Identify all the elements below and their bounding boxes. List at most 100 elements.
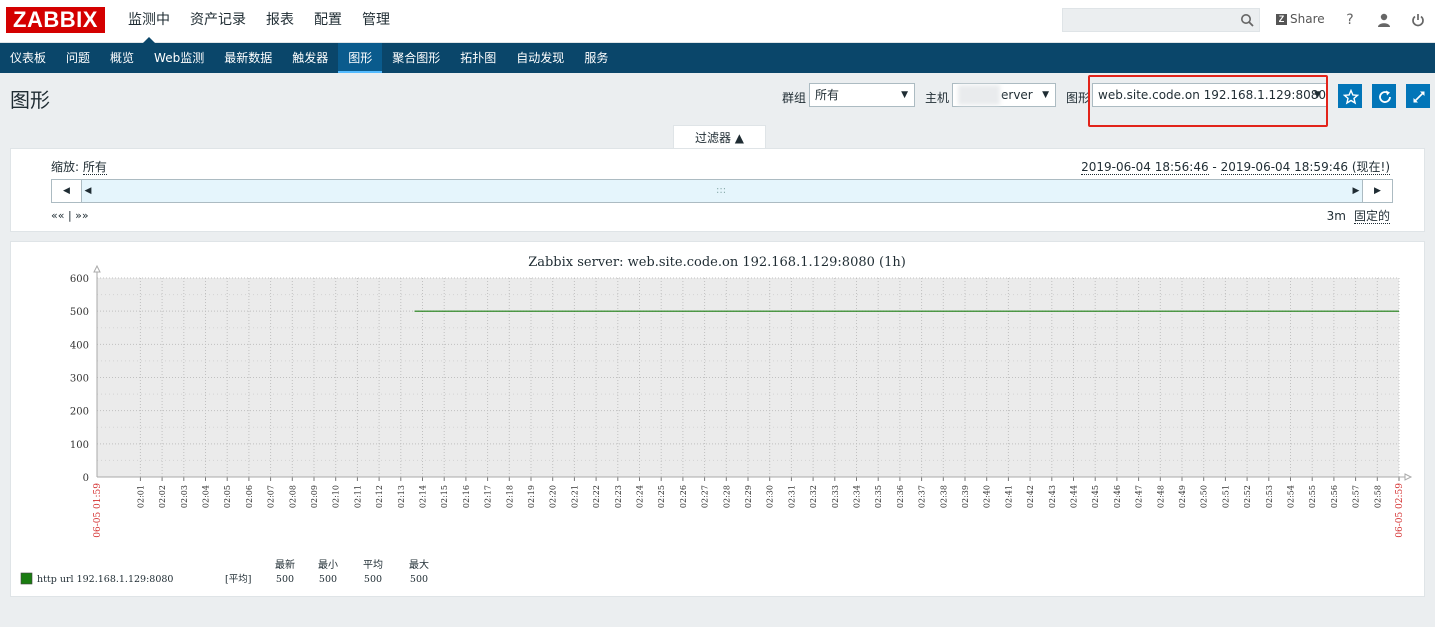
x-tick-label: 02:41	[1004, 485, 1013, 508]
subnav-problems[interactable]: 问题	[56, 43, 100, 73]
x-tick-label: 02:37	[918, 485, 927, 508]
group-select[interactable]: 所有 ▼	[809, 83, 915, 107]
y-tick-label: 400	[70, 340, 89, 351]
search-input[interactable]	[1062, 8, 1260, 32]
x-tick-label: 02:17	[484, 485, 493, 508]
graph-label: 图形	[1066, 91, 1091, 105]
timeline-track[interactable]: ◀ ::: ▶	[82, 180, 1362, 202]
page-title: 图形	[10, 88, 50, 112]
x-tick-label: 02:42	[1026, 485, 1035, 508]
subnav-overview[interactable]: 概览	[100, 43, 144, 73]
y-tick-label: 0	[83, 473, 89, 484]
range-to-link[interactable]: 2019-06-04 18:59:46 (现在!)	[1220, 160, 1390, 175]
x-tick-label: 02:26	[679, 485, 688, 508]
subnav-graphs[interactable]: 图形	[338, 43, 383, 73]
period-fixed: 3m 固定的	[1327, 207, 1390, 224]
x-tick-label: 02:29	[744, 485, 753, 508]
dropdown-arrow-icon: ▼	[1042, 90, 1049, 100]
zabbix-logo[interactable]: ZABBIX	[6, 7, 105, 33]
fullscreen-button[interactable]	[1406, 84, 1430, 108]
filter-panel: 缩放: 所有 2019-06-04 18:56:46 - 2019-06-04 …	[10, 148, 1425, 232]
legend-swatch	[20, 572, 33, 585]
subnav-maps[interactable]: 拓扑图	[450, 43, 506, 73]
nav-configuration[interactable]: 配置	[304, 0, 352, 43]
x-tick-label: 02:28	[722, 485, 731, 508]
timeline-left-button[interactable]: ◀	[52, 180, 82, 202]
x-tick-label: 02:05	[223, 485, 232, 508]
x-tick-label: 02:13	[397, 485, 406, 508]
x-tick-label: 02:19	[527, 485, 536, 508]
fullscreen-icon	[1413, 91, 1425, 103]
x-tick-label: 02:15	[440, 485, 449, 508]
x-tick-label: 02:58	[1373, 485, 1382, 508]
period-value: 3m	[1326, 209, 1346, 223]
star-icon	[1343, 89, 1359, 105]
chart-title: Zabbix server: web.site.code.on 192.168.…	[528, 255, 906, 270]
x-tick-label: 02:14	[419, 485, 428, 508]
legend-value: 500	[276, 574, 294, 585]
period-nav-arrows[interactable]: «« | »»	[51, 209, 89, 222]
subnav-web[interactable]: Web监测	[144, 43, 214, 73]
x-tick-label: 02:56	[1330, 485, 1339, 508]
x-tick-label: 02:36	[896, 485, 905, 508]
x-tick-label: 02:27	[701, 485, 710, 508]
x-tick-label: 02:32	[809, 485, 818, 508]
x-tick-label: 02:20	[549, 485, 558, 508]
nav-reports[interactable]: 报表	[256, 0, 304, 43]
y-axis-arrow	[93, 264, 101, 273]
power-icon[interactable]	[1410, 12, 1426, 28]
nav-monitoring[interactable]: 监测中	[118, 0, 180, 43]
drag-grip-icon[interactable]: :::	[716, 180, 726, 202]
x-tick-label: 02:39	[961, 485, 970, 508]
timeline-right-button[interactable]: ▶	[1362, 180, 1392, 202]
x-tick-label: 02:04	[202, 485, 211, 508]
y-tick-label: 200	[70, 407, 89, 418]
y-tick-label: 300	[70, 374, 89, 385]
timeline-right-handle[interactable]: ▶	[1350, 180, 1362, 202]
x-tick-label: 02:38	[939, 485, 948, 508]
x-tick-label: 02:33	[831, 485, 840, 508]
x-tick-label: 02:02	[158, 485, 167, 508]
x-tick-label: 02:07	[267, 485, 276, 508]
timeline-scrollbar[interactable]: ◀ ◀ ::: ▶ ▶	[51, 179, 1393, 203]
sub-nav: 仪表板 问题 概览 Web监测 最新数据 触发器 图形 聚合图形 拓扑图 自动发…	[0, 43, 1435, 73]
help-icon[interactable]: ?	[1342, 12, 1358, 28]
x-tick-label: 02:44	[1070, 485, 1079, 508]
x-tick-label: 02:10	[332, 485, 341, 508]
x-tick-label: 02:30	[766, 485, 775, 508]
x-tick-label: 02:49	[1178, 485, 1187, 508]
range-from-link[interactable]: 2019-06-04 18:56:46	[1081, 160, 1209, 175]
x-tick-label: 02:35	[874, 485, 883, 508]
group-label: 群组	[782, 91, 807, 105]
user-profile-icon[interactable]	[1376, 12, 1392, 28]
graph-panel: Zabbix server: web.site.code.on 192.168.…	[10, 241, 1425, 597]
subnav-discovery[interactable]: 自动发现	[506, 43, 574, 73]
zoom-all-link[interactable]: 所有	[82, 160, 107, 175]
subnav-dashboard[interactable]: 仪表板	[0, 43, 56, 73]
fixed-toggle[interactable]: 固定的	[1353, 209, 1390, 224]
refresh-button[interactable]	[1372, 84, 1396, 108]
x-end-label: 06-05 02:59	[1395, 483, 1405, 538]
redacted-host-name	[958, 85, 1000, 105]
subnav-latest-data[interactable]: 最新数据	[214, 43, 282, 73]
x-tick-label: 02:51	[1221, 485, 1230, 508]
nav-administration[interactable]: 管理	[352, 0, 400, 43]
x-tick-label: 02:45	[1091, 485, 1100, 508]
filter-tab[interactable]: 过滤器 ▲	[673, 125, 766, 149]
favorite-button[interactable]	[1338, 84, 1362, 108]
subnav-services[interactable]: 服务	[574, 43, 618, 73]
legend-value: 500	[410, 574, 428, 585]
timeline-left-handle[interactable]: ◀	[82, 180, 94, 202]
share-link[interactable]: Z Share	[1276, 12, 1325, 26]
x-tick-label: 02:31	[787, 485, 796, 508]
x-tick-label: 02:54	[1287, 485, 1296, 508]
nav-inventory[interactable]: 资产记录	[180, 0, 256, 43]
legend-value: 500	[364, 574, 382, 585]
zabbix-share-icon: Z	[1276, 13, 1287, 25]
legend-header: 最大	[409, 558, 429, 571]
search-icon[interactable]	[1240, 13, 1254, 27]
graph-chart: Zabbix server: web.site.code.on 192.168.…	[20, 255, 1413, 585]
subnav-screens[interactable]: 聚合图形	[382, 43, 450, 73]
subnav-triggers[interactable]: 触发器	[282, 43, 338, 73]
x-tick-label: 02:25	[657, 485, 666, 508]
